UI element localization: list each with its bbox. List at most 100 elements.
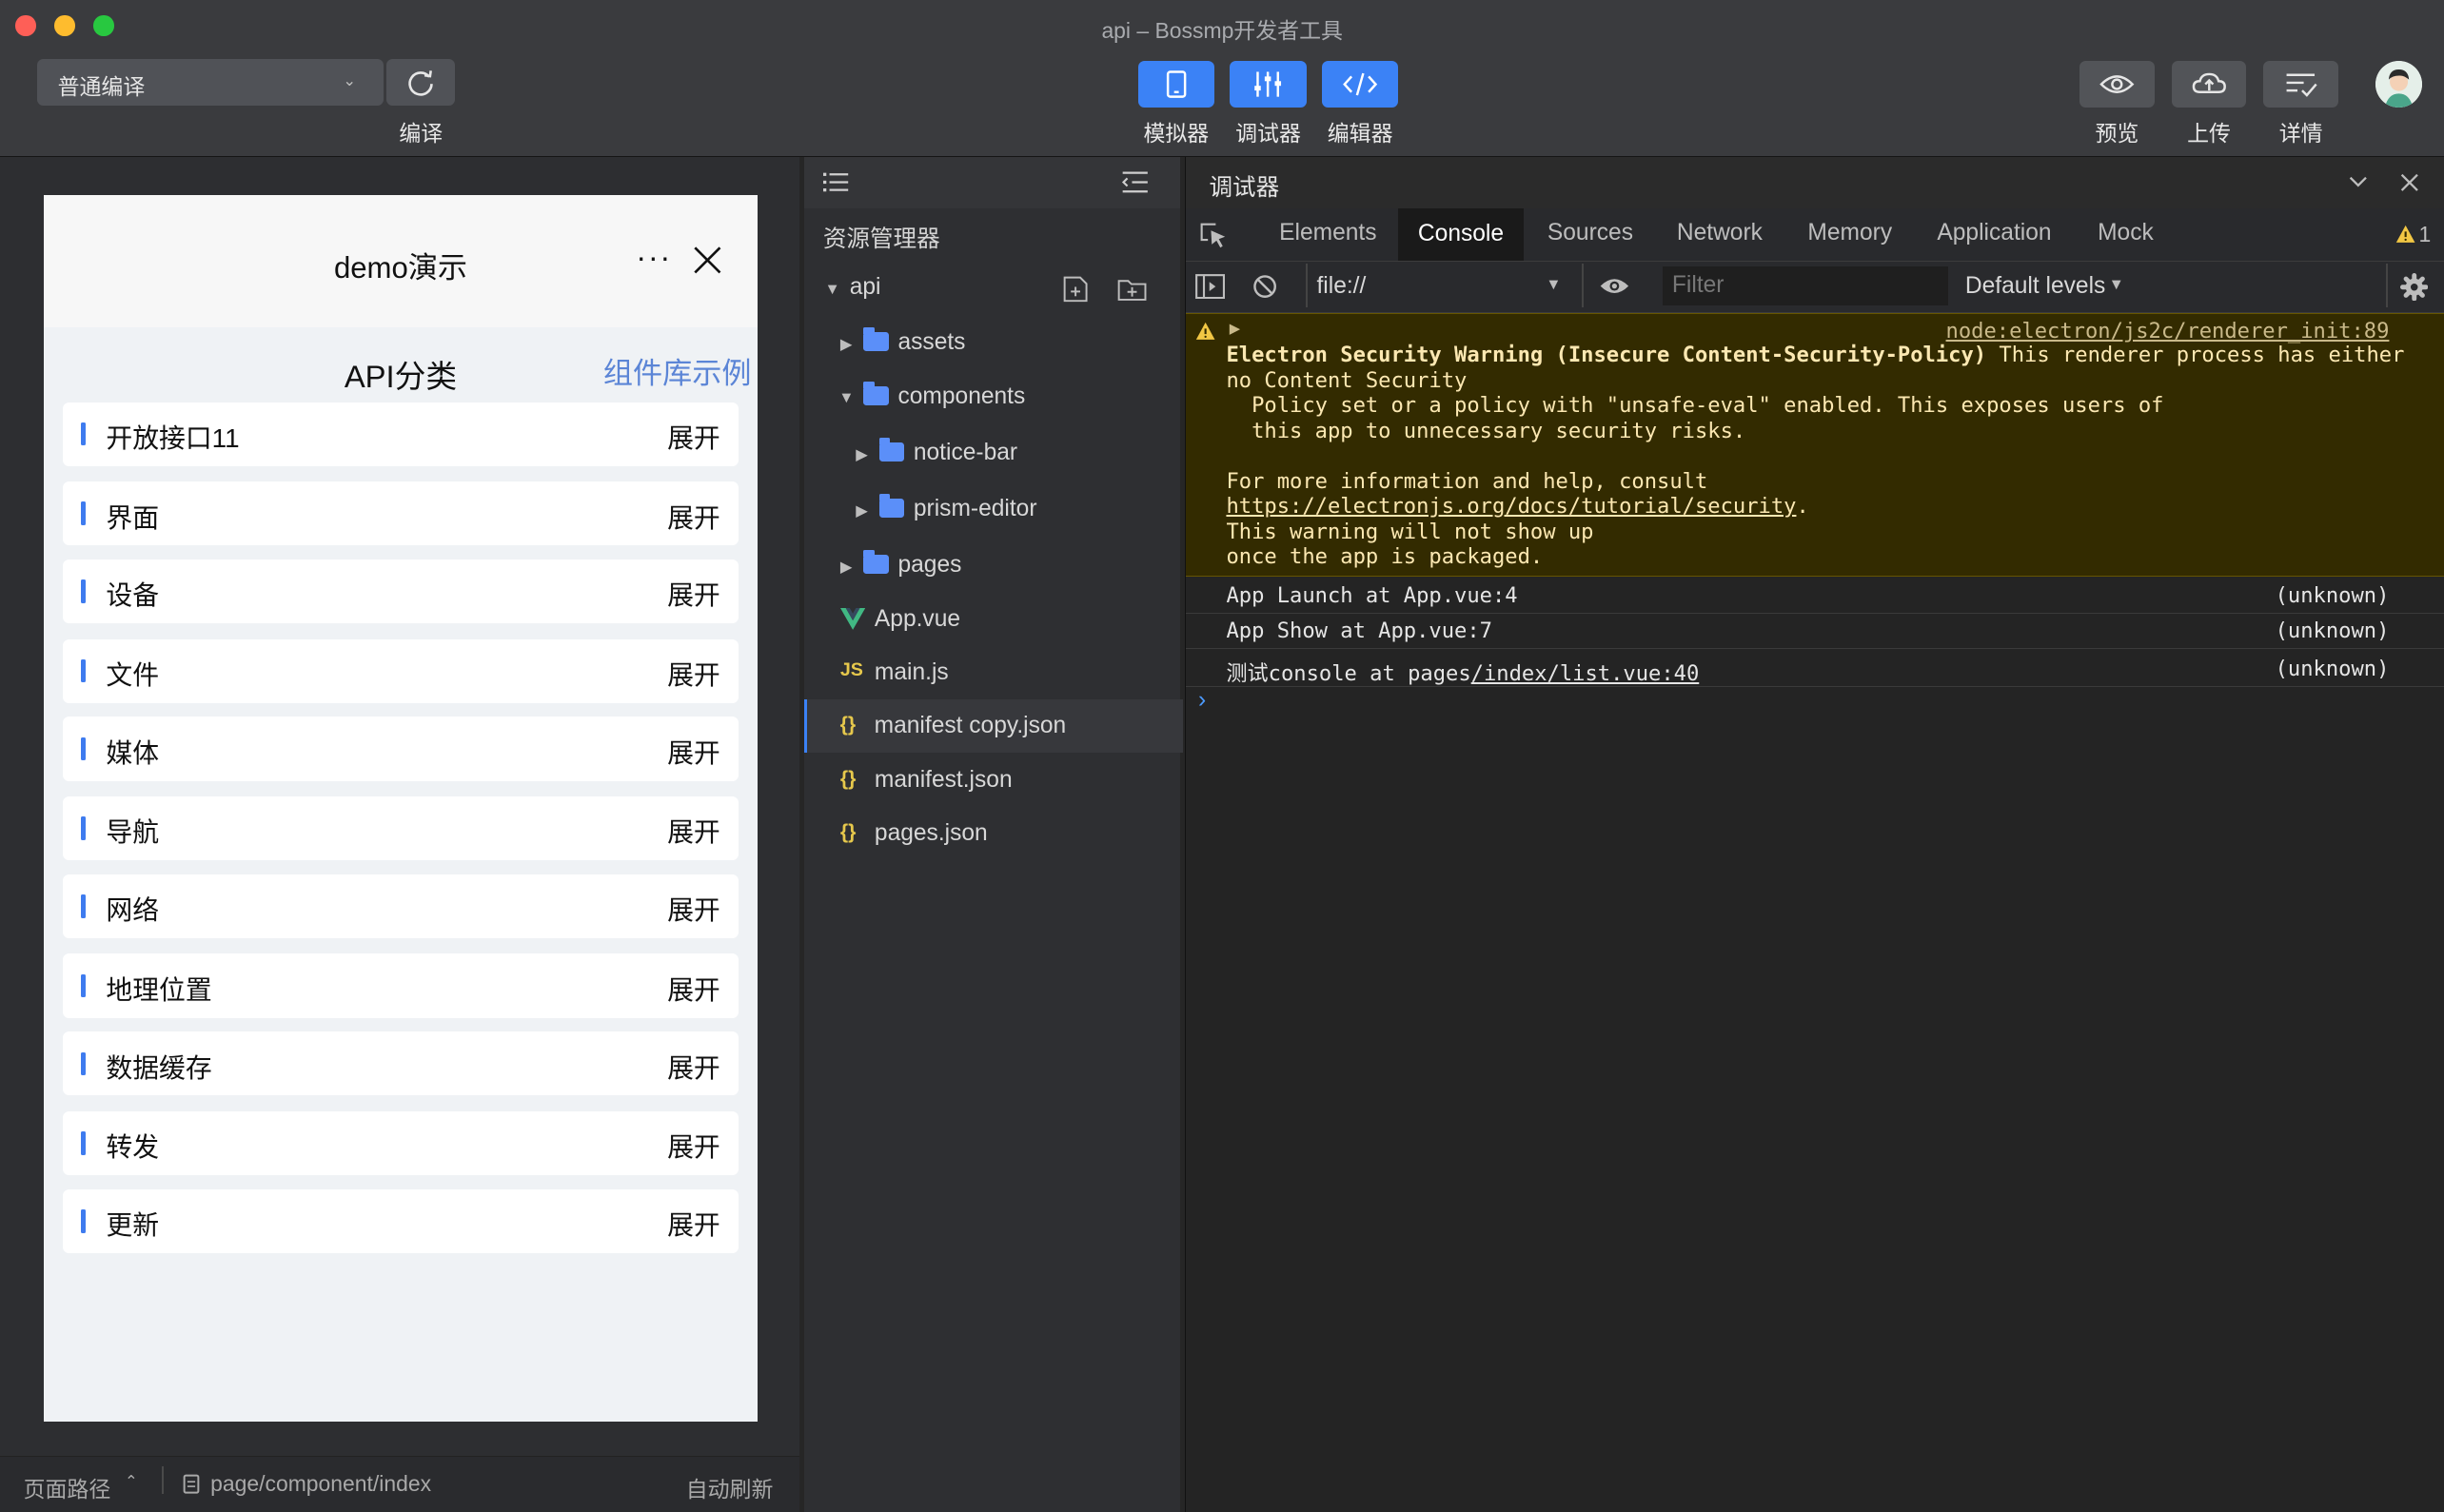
log-message: 测试console at pages/index/list.vue:40: [1226, 657, 1699, 687]
sidebar-toggle-icon[interactable]: [1194, 274, 1225, 300]
more-icon[interactable]: ···: [636, 239, 672, 275]
upload-button[interactable]: [2171, 60, 2247, 108]
expand-button[interactable]: 展开: [667, 890, 720, 928]
compile-mode-select[interactable]: 普通编译 ⌄: [37, 59, 384, 107]
api-category-row[interactable]: 网络 展开: [62, 874, 739, 939]
api-category-name: 数据缓存: [106, 1052, 212, 1083]
expand-button[interactable]: 展开: [667, 418, 720, 456]
compile-button[interactable]: [386, 59, 456, 107]
expand-button[interactable]: 展开: [667, 498, 720, 536]
api-category-row[interactable]: 转发 展开: [62, 1110, 739, 1176]
expand-button[interactable]: 展开: [667, 812, 720, 850]
caret-down-icon[interactable]: ▼: [1546, 276, 1561, 294]
debugger-label: 调试器: [1235, 121, 1301, 147]
tree-file-manifest-copy-json[interactable]: {} manifest copy.json: [804, 699, 1183, 754]
auto-refresh-toggle[interactable]: 自动刷新: [686, 1471, 774, 1503]
tree-folder-assets[interactable]: ▶ assets: [804, 317, 1180, 370]
api-category-name: 更新: [106, 1210, 160, 1241]
row-indicator: [81, 1051, 87, 1076]
tree-folder-pages[interactable]: ▶ pages: [804, 540, 1180, 593]
warning-count-badge[interactable]: 1: [2419, 222, 2432, 247]
console-prompt[interactable]: ›: [1198, 687, 1206, 714]
api-category-row[interactable]: 数据缓存 展开: [62, 1031, 739, 1096]
app-window: api – Bossmp开发者工具 普通编译 ⌄ 编译 模拟器 调试器 编辑器 …: [0, 0, 2444, 1512]
tree-folder-notice-bar[interactable]: ▶ notice-bar: [804, 427, 1180, 481]
api-category-row[interactable]: 更新 展开: [62, 1188, 739, 1253]
tab-sources[interactable]: Sources: [1547, 220, 1633, 246]
tree-file-app-vue[interactable]: App.vue: [804, 594, 1180, 647]
details-button[interactable]: [2263, 60, 2338, 108]
tree-folder-prism-editor[interactable]: ▶ prism-editor: [804, 483, 1180, 537]
log-source[interactable]: (unknown): [2276, 619, 2390, 643]
inspect-element-icon[interactable]: [1200, 223, 1228, 249]
eye-icon: [2099, 75, 2135, 93]
tree-item-label: components: [897, 383, 1026, 409]
editor-toggle-button[interactable]: [1322, 60, 1399, 108]
expand-button[interactable]: 展开: [667, 655, 720, 693]
status-divider: [162, 1465, 164, 1495]
outline-list-icon[interactable]: [822, 171, 850, 193]
expand-button[interactable]: 展开: [667, 1048, 720, 1086]
folder-icon: [863, 326, 889, 351]
expand-button[interactable]: 展开: [667, 733, 720, 771]
new-file-icon[interactable]: [1063, 276, 1088, 303]
tree-root-api[interactable]: ▼ api: [804, 262, 1180, 315]
preview-button[interactable]: [2079, 60, 2155, 108]
tab-console[interactable]: Console: [1397, 208, 1525, 261]
close-icon[interactable]: [692, 245, 723, 276]
security-docs-link[interactable]: https://electronjs.org/docs/tutorial/sec…: [1226, 494, 1796, 519]
tab-elements[interactable]: Elements: [1279, 220, 1376, 246]
expand-button[interactable]: 展开: [667, 1127, 720, 1165]
simulator-toggle-button[interactable]: [1137, 60, 1214, 108]
api-category-row[interactable]: 设备 展开: [62, 560, 739, 624]
log-source[interactable]: (unknown): [2276, 583, 2390, 608]
console-toolbar: file:// ▼ Default levels ▼: [1185, 262, 2444, 313]
expand-button[interactable]: 展开: [667, 970, 720, 1008]
expand-button[interactable]: 展开: [667, 575, 720, 613]
api-category-row[interactable]: 界面 展开: [62, 481, 739, 546]
folder-icon: [863, 550, 889, 574]
tab-application[interactable]: Application: [1937, 220, 2051, 246]
tree-file-pages-json[interactable]: {} pages.json: [804, 807, 1180, 860]
close-icon[interactable]: [2400, 173, 2419, 192]
debugger-toggle-button[interactable]: [1230, 60, 1307, 108]
row-indicator: [81, 579, 87, 603]
tree-item-label: notice-bar: [913, 439, 1018, 465]
api-category-row[interactable]: 开放接口11 展开: [62, 402, 739, 466]
row-indicator: [81, 1131, 87, 1155]
console-filter-input[interactable]: [1663, 266, 1941, 304]
log-levels-select[interactable]: Default levels: [1965, 273, 2105, 300]
tab-network[interactable]: Network: [1677, 220, 1763, 246]
warning-heading: Electron Security Warning (Insecure Cont…: [1226, 343, 1987, 368]
tree-folder-components[interactable]: ▼ components: [804, 371, 1180, 424]
tab-mock[interactable]: Mock: [2098, 220, 2154, 246]
caret-right-icon: ▶: [839, 336, 853, 354]
user-avatar[interactable]: [2375, 60, 2423, 108]
api-category-row[interactable]: 文件 展开: [62, 638, 739, 703]
chevron-down-icon[interactable]: [2349, 176, 2368, 188]
row-indicator: [81, 736, 87, 761]
log-file-link[interactable]: /index/list.vue:40: [1471, 661, 1700, 686]
live-expression-eye-icon[interactable]: [1599, 276, 1630, 296]
context-select[interactable]: file://: [1316, 273, 1366, 300]
chevron-up-icon[interactable]: ⌃: [125, 1472, 138, 1491]
clear-console-icon[interactable]: [1252, 274, 1277, 299]
page-path-toggle[interactable]: 页面路径: [24, 1471, 111, 1503]
gear-icon[interactable]: [2399, 272, 2429, 302]
row-indicator: [81, 894, 87, 918]
toolbar-divider: [1581, 263, 1584, 307]
tree-item-label: api: [849, 274, 881, 301]
api-category-row[interactable]: 媒体 展开: [62, 717, 739, 781]
collapse-panel-icon[interactable]: [1121, 171, 1149, 193]
new-folder-icon[interactable]: [1117, 278, 1147, 302]
api-category-row[interactable]: 导航 展开: [62, 796, 739, 861]
component-library-link[interactable]: 组件库示例: [603, 349, 752, 392]
tree-file-manifest-json[interactable]: {} manifest.json: [804, 755, 1180, 808]
tab-memory[interactable]: Memory: [1807, 220, 1892, 246]
api-category-row[interactable]: 地理位置 展开: [62, 953, 739, 1018]
tree-file-main-js[interactable]: JS main.js: [804, 647, 1180, 700]
tree-item-label: pages.json: [874, 819, 988, 846]
log-source[interactable]: (unknown): [2276, 657, 2390, 681]
caret-down-icon[interactable]: ▼: [2109, 276, 2124, 294]
expand-button[interactable]: 展开: [667, 1205, 720, 1243]
